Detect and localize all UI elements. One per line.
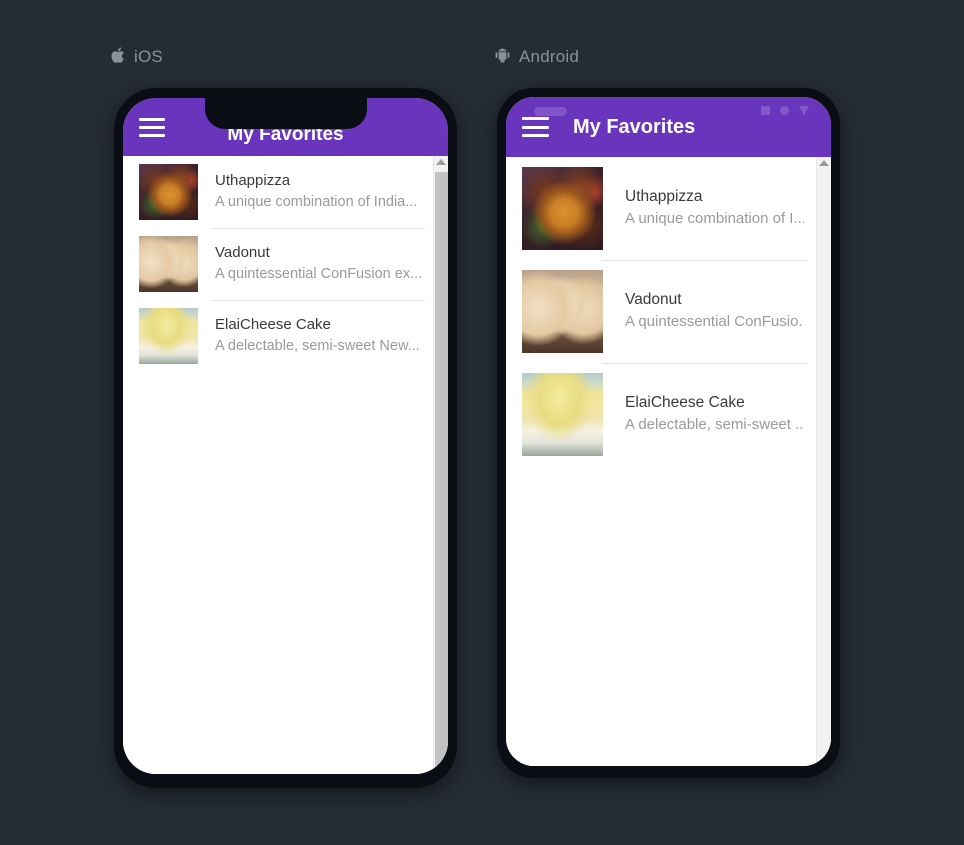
vadonut-thumbnail [522,270,603,353]
list-item-title: ElaiCheese Cake [625,394,745,412]
content-area-android: Uthappizza A unique combination of I... … [506,157,831,766]
ios-notch [204,98,367,129]
list-item[interactable]: Vadonut A quintessential ConFusion ex... [123,228,433,300]
list-item-title: ElaiCheese Cake [215,316,331,334]
elaicheese-thumbnail [522,373,603,456]
triangle-icon [799,106,809,115]
list-item[interactable]: ElaiCheese Cake A delectable, semi-sweet… [506,363,816,466]
list-item[interactable]: Uthappizza A unique combination of I... [506,157,816,260]
square-icon [761,106,770,115]
scrollbar-android[interactable] [816,157,831,766]
list-item-title: Vadonut [215,244,270,262]
list-item-text: Uthappizza A unique combination of India… [198,170,421,214]
list-item-text: Vadonut A quintessential ConFusio... [603,289,804,334]
android-speaker-grill [534,107,567,116]
screen-ios: My Favorites Uthappizza A unique combina… [123,98,448,774]
uthappizza-thumbnail [522,167,603,250]
list-item-text: Vadonut A quintessential ConFusion ex... [198,242,421,286]
list-item-text: ElaiCheese Cake A delectable, semi-sweet… [603,392,804,437]
favorites-list-ios[interactable]: Uthappizza A unique combination of India… [123,156,433,774]
device-frame-ios: My Favorites Uthappizza A unique combina… [114,88,457,788]
list-item-title: Uthappizza [215,172,291,190]
list-item[interactable]: ElaiCheese Cake A delectable, semi-sweet… [123,300,433,372]
scroll-up-arrow-icon[interactable] [436,159,446,165]
list-item[interactable]: Vadonut A quintessential ConFusio... [506,260,816,363]
favorites-list-android[interactable]: Uthappizza A unique combination of I... … [506,157,816,766]
platform-label-text: Android [519,47,579,66]
list-item-title: Vadonut [625,291,682,309]
list-item-description: A quintessential ConFusion ex... [215,266,421,282]
android-robot-icon [495,48,510,67]
page-title: My Favorites [573,115,696,138]
screen-android: My Favorites Uthappizza A unique combina… [506,97,831,766]
scrollbar-ios[interactable] [433,156,448,774]
hamburger-menu-icon[interactable] [522,117,549,137]
list-item[interactable]: Uthappizza A unique combination of India… [123,156,433,228]
list-item-description: A delectable, semi-sweet New... [215,338,420,354]
platform-label-ios: iOS [111,47,163,67]
uthappizza-thumbnail [139,164,198,220]
list-item-description: A quintessential ConFusio... [625,313,804,331]
list-item-description: A delectable, semi-sweet ... [625,416,804,434]
device-frame-android: My Favorites Uthappizza A unique combina… [497,88,840,778]
platform-label-android: Android [495,47,579,67]
android-status-icons [761,106,809,115]
list-item-description: A unique combination of India... [215,194,418,210]
list-item-text: ElaiCheese Cake A delectable, semi-sweet… [198,314,421,358]
apple-logo-icon [111,47,125,67]
elaicheese-thumbnail [139,308,198,364]
vadonut-thumbnail [139,236,198,292]
list-item-title: Uthappizza [625,188,703,206]
circle-icon [780,106,789,115]
scrollbar-thumb[interactable] [435,172,448,766]
list-item-description: A unique combination of I... [625,210,804,228]
content-area-ios: Uthappizza A unique combination of India… [123,156,448,774]
platform-label-text: iOS [134,47,163,66]
appbar-android: My Favorites [506,97,831,157]
list-item-text: Uthappizza A unique combination of I... [603,186,804,231]
scroll-up-arrow-icon[interactable] [819,160,829,166]
